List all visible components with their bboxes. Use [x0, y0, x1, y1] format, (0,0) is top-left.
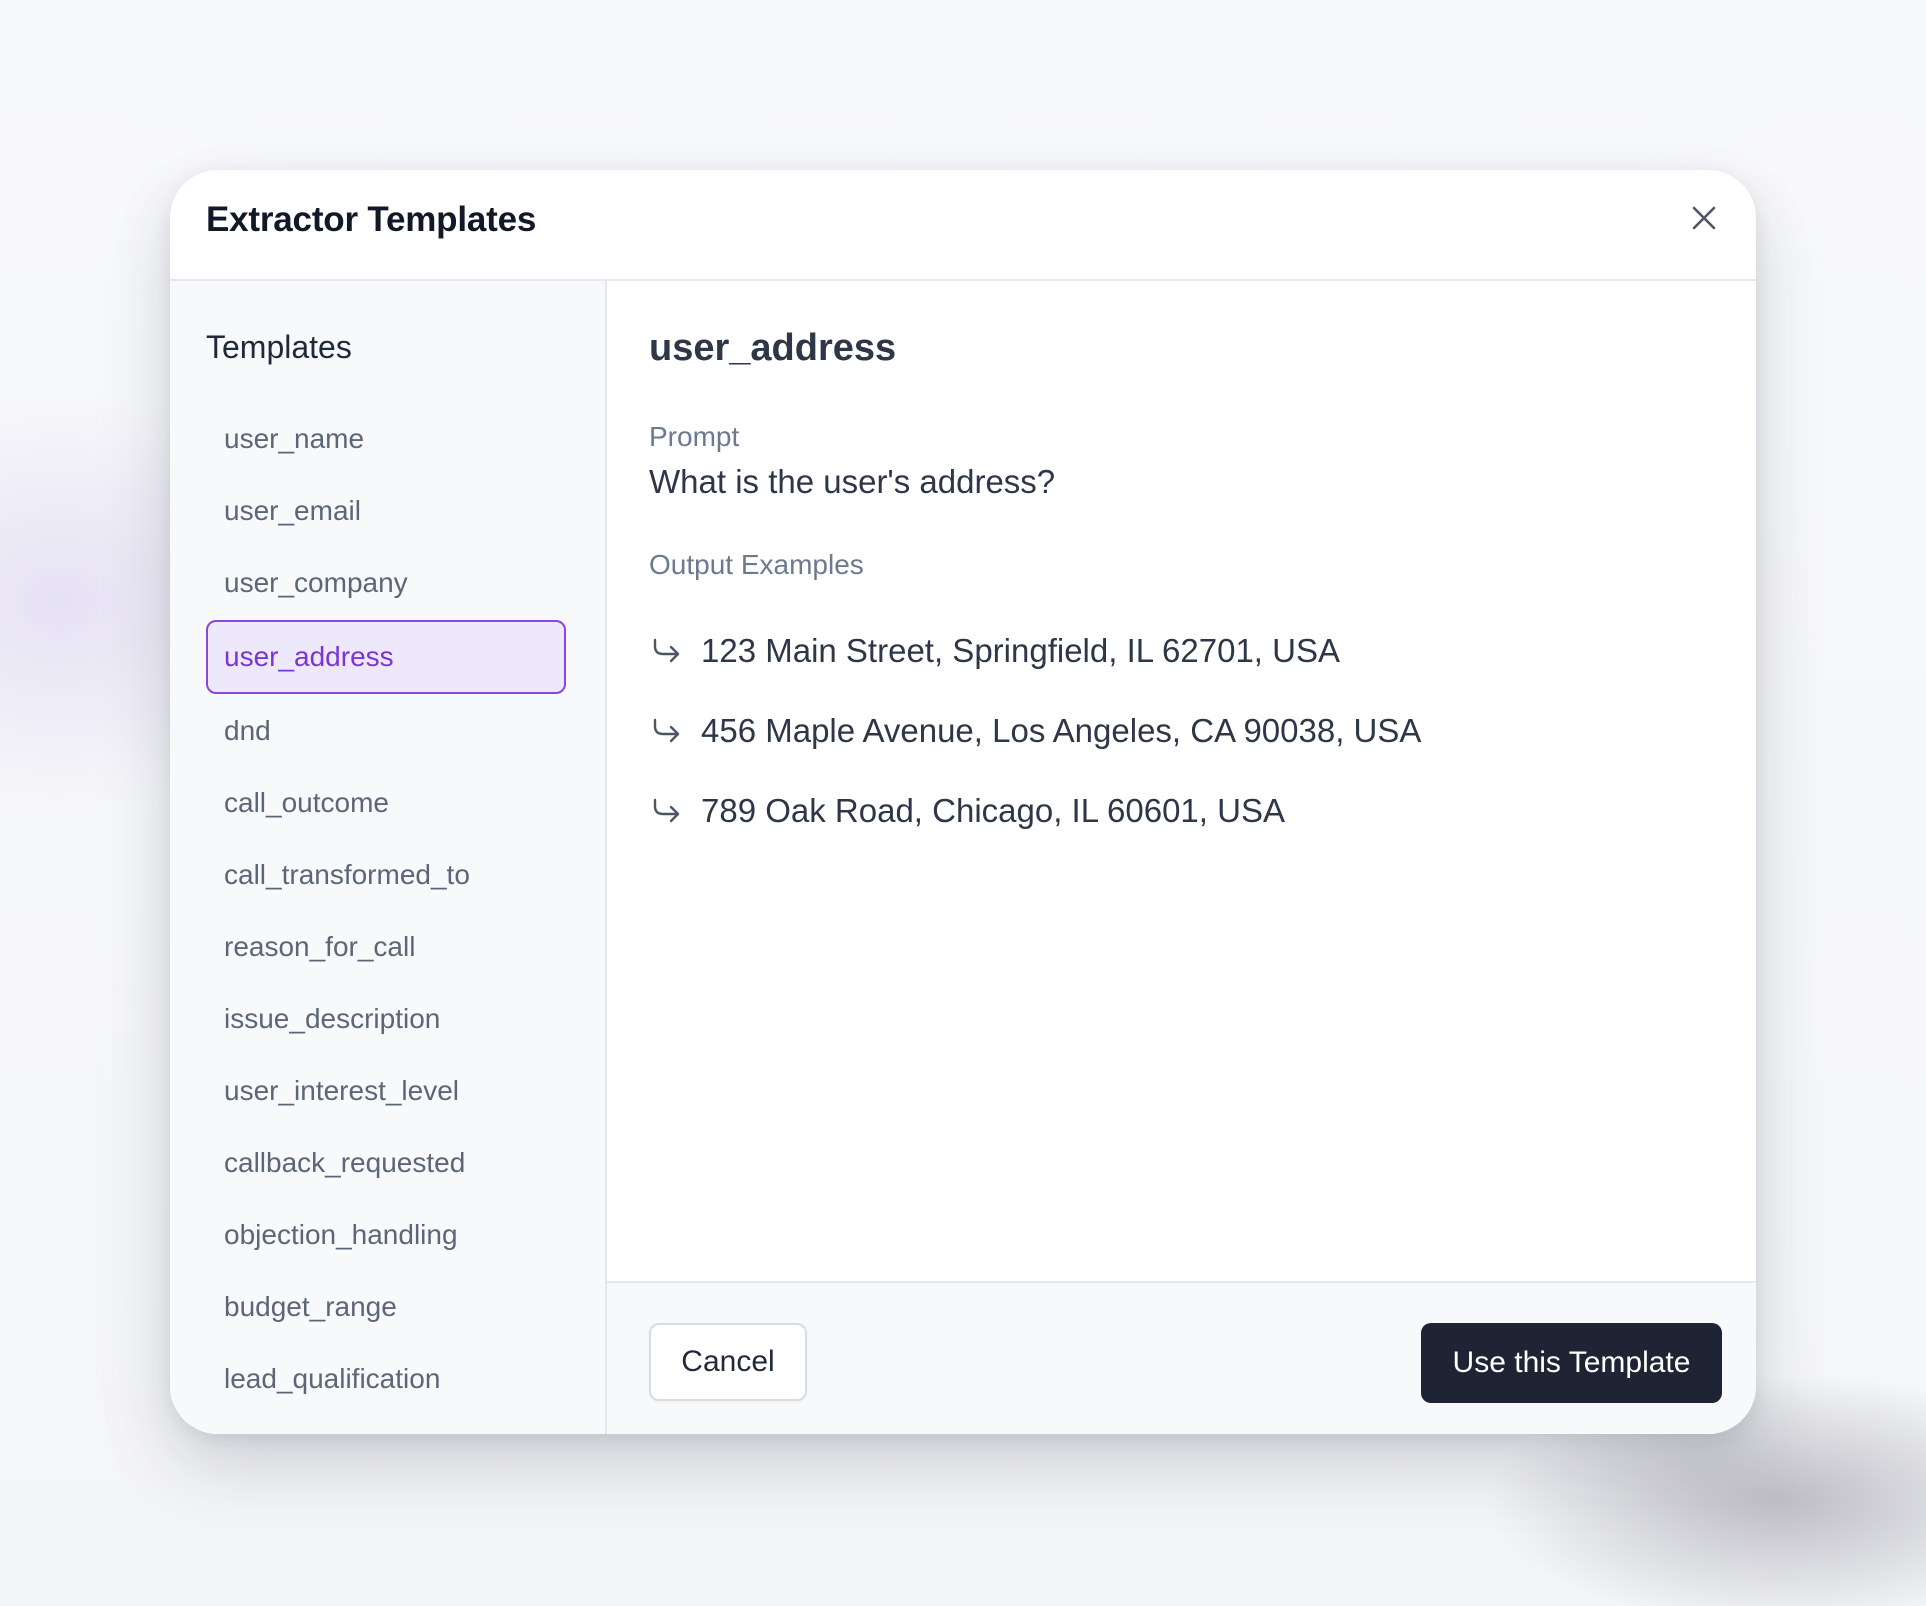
modal-header: Extractor Templates	[170, 170, 1756, 281]
use-template-button[interactable]: Use this Template	[1421, 1323, 1722, 1403]
templates-list: user_name user_email user_company user_a…	[206, 403, 566, 1415]
return-arrow-icon	[649, 793, 685, 829]
sidebar-item-budget-range[interactable]: budget_range	[206, 1271, 566, 1343]
cancel-button[interactable]: Cancel	[649, 1323, 807, 1401]
modal-title: Extractor Templates	[206, 200, 537, 239]
output-example-text: 456 Maple Avenue, Los Angeles, CA 90038,…	[701, 712, 1422, 749]
sidebar-item-lead-qualification[interactable]: lead_qualification	[206, 1343, 566, 1415]
template-detail-panel: user_address Prompt What is the user's a…	[607, 281, 1756, 1434]
sidebar-item-reason-for-call[interactable]: reason_for_call	[206, 911, 566, 983]
sidebar-item-user-company[interactable]: user_company	[206, 547, 566, 619]
templates-sidebar: Templates user_name user_email user_comp…	[170, 281, 607, 1434]
prompt-text: What is the user's address?	[649, 463, 1056, 500]
sidebar-item-call-transformed-to[interactable]: call_transformed_to	[206, 839, 566, 911]
sidebar-item-user-email[interactable]: user_email	[206, 475, 566, 547]
sidebar-item-callback-requested[interactable]: callback_requested	[206, 1127, 566, 1199]
extractor-templates-modal: Extractor Templates Templates user_name …	[170, 170, 1756, 1434]
sidebar-item-issue-description[interactable]: issue_description	[206, 983, 566, 1055]
output-example-text: 123 Main Street, Springfield, IL 62701, …	[701, 632, 1340, 669]
sidebar-item-user-interest-level[interactable]: user_interest_level	[206, 1055, 566, 1127]
output-example: 456 Maple Avenue, Los Angeles, CA 90038,…	[649, 691, 1421, 771]
output-example: 789 Oak Road, Chicago, IL 60601, USA	[649, 771, 1421, 851]
output-examples-list: 123 Main Street, Springfield, IL 62701, …	[649, 611, 1421, 851]
sidebar-item-user-address[interactable]: user_address	[206, 620, 566, 694]
return-arrow-icon	[649, 713, 685, 749]
sidebar-item-call-outcome[interactable]: call_outcome	[206, 767, 566, 839]
output-examples-label: Output Examples	[649, 549, 864, 580]
prompt-label: Prompt	[649, 421, 740, 452]
output-example-text: 789 Oak Road, Chicago, IL 60601, USA	[701, 792, 1285, 829]
return-arrow-icon	[649, 633, 685, 669]
sidebar-item-dnd[interactable]: dnd	[206, 695, 566, 767]
sidebar-item-objection-handling[interactable]: objection_handling	[206, 1199, 566, 1271]
modal-footer: Cancel Use this Template	[607, 1281, 1756, 1434]
sidebar-item-user-name[interactable]: user_name	[206, 403, 566, 475]
sidebar-heading: Templates	[206, 329, 352, 365]
close-button[interactable]	[1680, 194, 1728, 242]
output-example: 123 Main Street, Springfield, IL 62701, …	[649, 611, 1421, 691]
template-title: user_address	[649, 327, 897, 369]
close-icon	[1692, 206, 1716, 230]
